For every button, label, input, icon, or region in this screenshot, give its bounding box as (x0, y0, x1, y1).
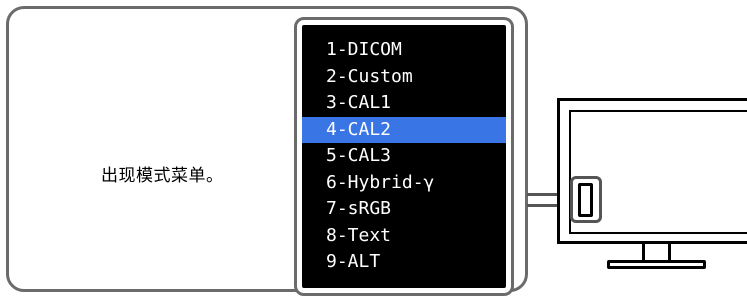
menu-item-8[interactable]: 8-Text (302, 223, 506, 250)
mode-menu[interactable]: 1-DICOM 2-Custom 3-CAL1 4-CAL2 5-CAL3 6-Hybri… (302, 25, 506, 288)
monitor-stand-neck-right (668, 244, 671, 261)
menu-item-2[interactable]: 2-Custom (302, 64, 506, 91)
menu-item-5[interactable]: 5-CAL3 (302, 143, 506, 170)
menu-item-3[interactable]: 3-CAL1 (302, 90, 506, 117)
menu-item-6[interactable]: 6-Hybrid-γ (302, 170, 506, 197)
menu-item-4[interactable]: 4-CAL2 (302, 116, 506, 143)
mode-menu-indicator-icon (578, 183, 593, 217)
monitor-stand-base (607, 260, 706, 269)
menu-item-9[interactable]: 9-ALT (302, 249, 506, 276)
menu-item-1[interactable]: 1-DICOM (302, 37, 506, 64)
mode-menu-frame: 1-DICOM 2-Custom 3-CAL1 4-CAL2 5-CAL3 6-Hybri… (294, 17, 514, 296)
menu-item-7[interactable]: 7-sRGB (302, 196, 506, 223)
caption-text: 出现模式菜单。 (101, 166, 224, 186)
monitor-stand-neck-left (642, 244, 645, 261)
